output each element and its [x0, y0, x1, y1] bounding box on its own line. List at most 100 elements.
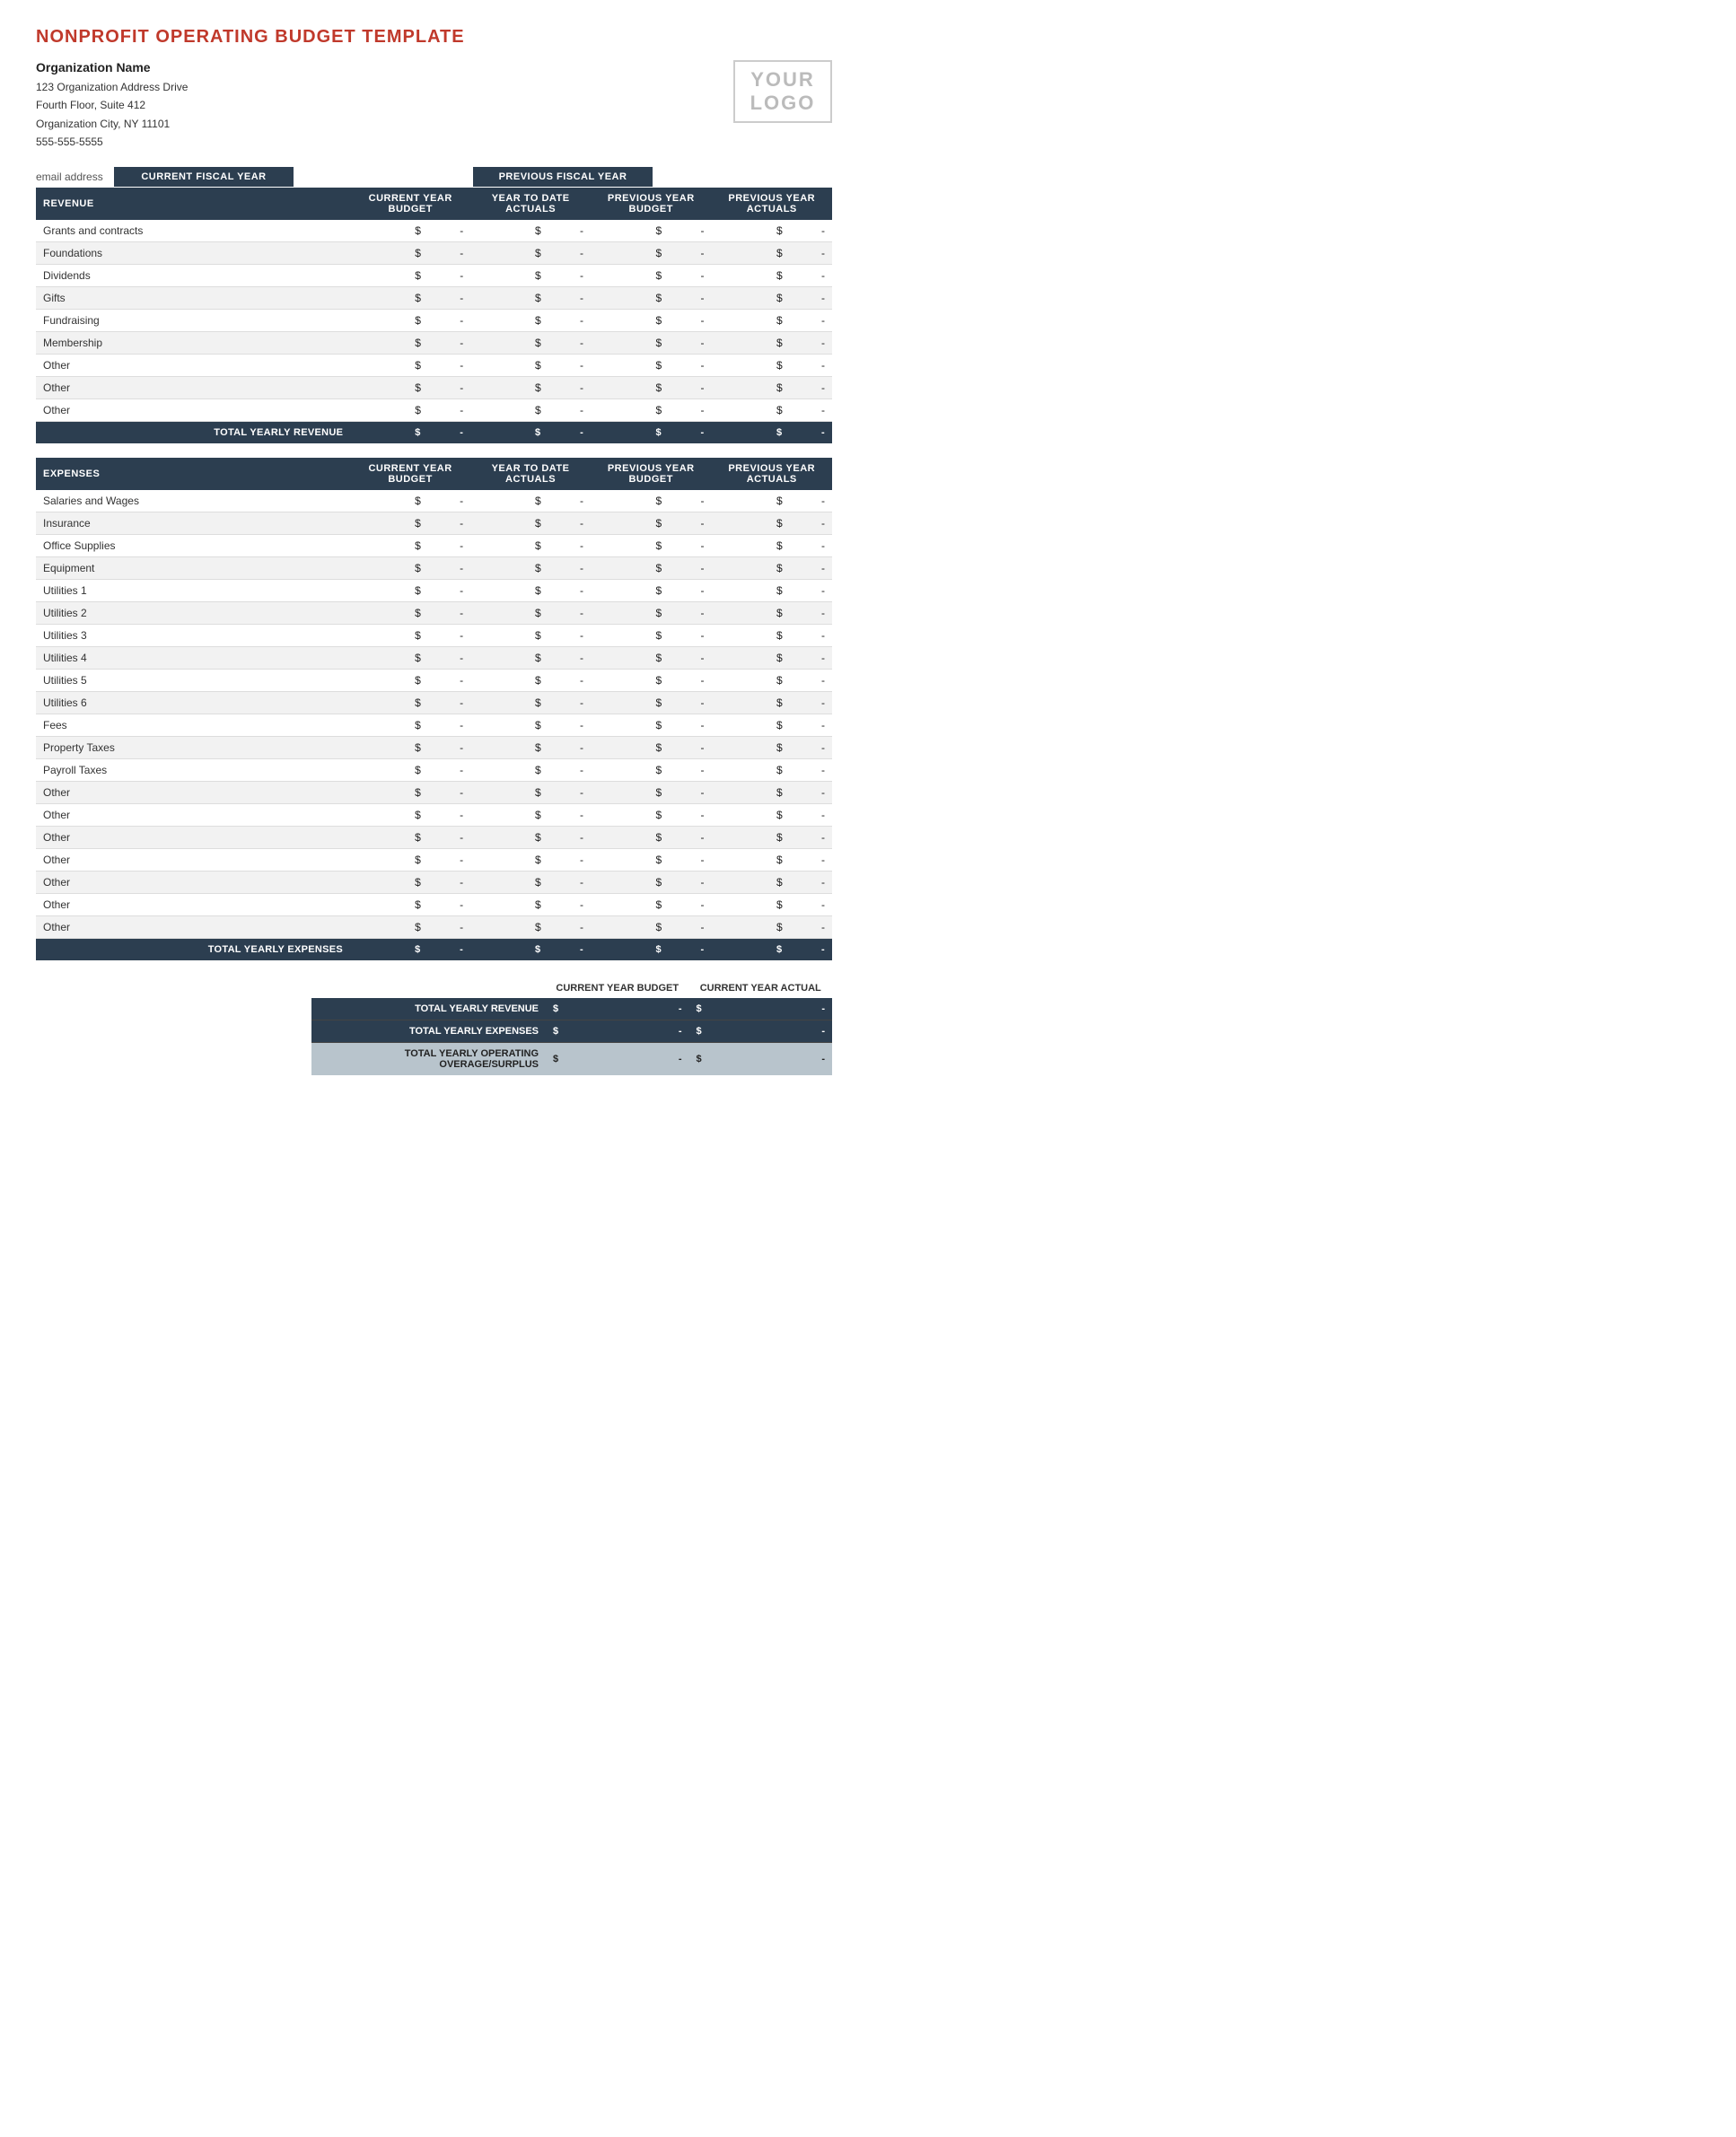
- row-label: Other: [36, 871, 350, 893]
- money-cell: $ -: [470, 309, 591, 331]
- row-label: Other: [36, 848, 350, 871]
- logo-box: YOURLOGO: [733, 60, 832, 123]
- money-cell: $ -: [350, 601, 470, 624]
- summary-section: CURRENT YEAR BUDGET CURRENT YEAR ACTUAL …: [36, 978, 832, 1075]
- expense-row: Insurance $ - $ - $ - $ -: [36, 512, 832, 534]
- money-cell: $ -: [591, 624, 712, 646]
- money-cell: $ -: [591, 241, 711, 264]
- money-cell: $ -: [350, 714, 470, 736]
- revenue-row: Foundations $ - $ - $ - $ -: [36, 241, 832, 264]
- row-label: Other: [36, 354, 350, 376]
- money-cell: $ -: [470, 264, 591, 286]
- row-label: Salaries and Wages: [36, 490, 350, 512]
- summary-row: TOTAL YEARLY EXPENSES $ - $ -: [311, 1020, 832, 1042]
- summary-row: TOTAL YEARLY OPERATING OVERAGE/SURPLUS $…: [311, 1042, 832, 1075]
- money-cell: $ -: [591, 264, 711, 286]
- money-cell: $ -: [470, 915, 591, 938]
- money-cell: $ -: [350, 579, 470, 601]
- money-cell: $ -: [712, 354, 833, 376]
- money-cell: $ -: [591, 669, 712, 691]
- money-cell: $ -: [470, 803, 591, 826]
- money-cell: $ -: [591, 398, 711, 421]
- money-cell: $ -: [591, 286, 711, 309]
- revenue-total-row: TOTAL YEARLY REVENUE $ - $ - $ - $ -: [36, 421, 832, 443]
- summary-col2: CURRENT YEAR ACTUAL: [689, 978, 833, 998]
- row-label: Property Taxes: [36, 736, 350, 758]
- expense-row: Other $ - $ - $ - $ -: [36, 848, 832, 871]
- expenses-header-row: EXPENSES CURRENT YEAR BUDGET YEAR TO DAT…: [36, 458, 832, 490]
- row-label: Insurance: [36, 512, 350, 534]
- money-cell: $ -: [350, 354, 470, 376]
- row-label: Office Supplies: [36, 534, 350, 556]
- money-cell: $ -: [591, 803, 712, 826]
- money-cell: $ -: [470, 241, 591, 264]
- expense-row: Office Supplies $ - $ - $ - $ -: [36, 534, 832, 556]
- money-cell: $ -: [711, 556, 832, 579]
- money-cell: $ -: [711, 826, 832, 848]
- money-cell: $ -: [350, 646, 470, 669]
- money-cell: $ -: [711, 579, 832, 601]
- money-cell: $ -: [350, 691, 470, 714]
- row-label: Other: [36, 781, 350, 803]
- gap-cell: [294, 167, 473, 187]
- money-cell: $ -: [470, 758, 591, 781]
- expenses-total-money3: $ -: [591, 938, 712, 960]
- row-label: Membership: [36, 331, 350, 354]
- row-label: Utilities 2: [36, 601, 350, 624]
- money-cell: $ -: [470, 331, 591, 354]
- money-cell: $ -: [711, 915, 832, 938]
- summary-val2: -: [709, 998, 832, 1020]
- money-cell: $ -: [470, 398, 591, 421]
- row-label: Utilities 6: [36, 691, 350, 714]
- money-cell: $ -: [350, 803, 470, 826]
- money-cell: $ -: [470, 601, 591, 624]
- money-cell: $ -: [591, 220, 711, 242]
- email-cell: email address: [36, 166, 114, 188]
- page-title: NONPROFIT OPERATING BUDGET TEMPLATE: [36, 27, 832, 48]
- row-label: Fundraising: [36, 309, 350, 331]
- money-cell: $ -: [470, 871, 591, 893]
- money-cell: $ -: [711, 893, 832, 915]
- money-cell: $ -: [711, 758, 832, 781]
- revenue-total-label: TOTAL YEARLY REVENUE: [36, 421, 350, 443]
- summary-row-label: TOTAL YEARLY OPERATING OVERAGE/SURPLUS: [311, 1042, 546, 1075]
- money-cell: $ -: [350, 241, 470, 264]
- money-cell: $ -: [591, 848, 712, 871]
- summary-dollar2: $: [689, 998, 709, 1020]
- expense-row: Other $ - $ - $ - $ -: [36, 915, 832, 938]
- summary-table: CURRENT YEAR BUDGET CURRENT YEAR ACTUAL …: [311, 978, 832, 1075]
- org-address2: Fourth Floor, Suite 412: [36, 96, 188, 114]
- money-cell: $ -: [350, 512, 470, 534]
- money-cell: $ -: [350, 490, 470, 512]
- money-cell: $ -: [350, 826, 470, 848]
- money-cell: $ -: [470, 646, 591, 669]
- money-cell: $ -: [591, 915, 712, 938]
- money-cell: $ -: [711, 646, 832, 669]
- expense-row: Payroll Taxes $ - $ - $ - $ -: [36, 758, 832, 781]
- money-cell: $ -: [591, 714, 712, 736]
- org-info-block: Organization Name 123 Organization Addre…: [36, 60, 188, 152]
- expense-row: Utilities 1 $ - $ - $ - $ -: [36, 579, 832, 601]
- money-cell: $ -: [350, 736, 470, 758]
- row-label: Payroll Taxes: [36, 758, 350, 781]
- money-cell: $ -: [470, 848, 591, 871]
- money-cell: $ -: [350, 398, 470, 421]
- row-label: Equipment: [36, 556, 350, 579]
- row-label: Other: [36, 826, 350, 848]
- money-cell: $ -: [350, 848, 470, 871]
- money-cell: $ -: [591, 490, 712, 512]
- revenue-row: Gifts $ - $ - $ - $ -: [36, 286, 832, 309]
- revenue-label: REVENUE: [36, 188, 350, 220]
- money-cell: $ -: [591, 512, 712, 534]
- expense-row: Other $ - $ - $ - $ -: [36, 826, 832, 848]
- row-label: Foundations: [36, 241, 350, 264]
- current-fiscal-header: CURRENT FISCAL YEAR: [114, 167, 294, 187]
- money-cell: $ -: [591, 646, 712, 669]
- money-cell: $ -: [591, 331, 711, 354]
- money-cell: $ -: [350, 309, 470, 331]
- summary-val1: -: [566, 1020, 688, 1042]
- summary-val2: -: [709, 1042, 832, 1075]
- expenses-col2: YEAR TO DATE ACTUALS: [470, 458, 591, 490]
- money-cell: $ -: [350, 758, 470, 781]
- row-label: Other: [36, 376, 350, 398]
